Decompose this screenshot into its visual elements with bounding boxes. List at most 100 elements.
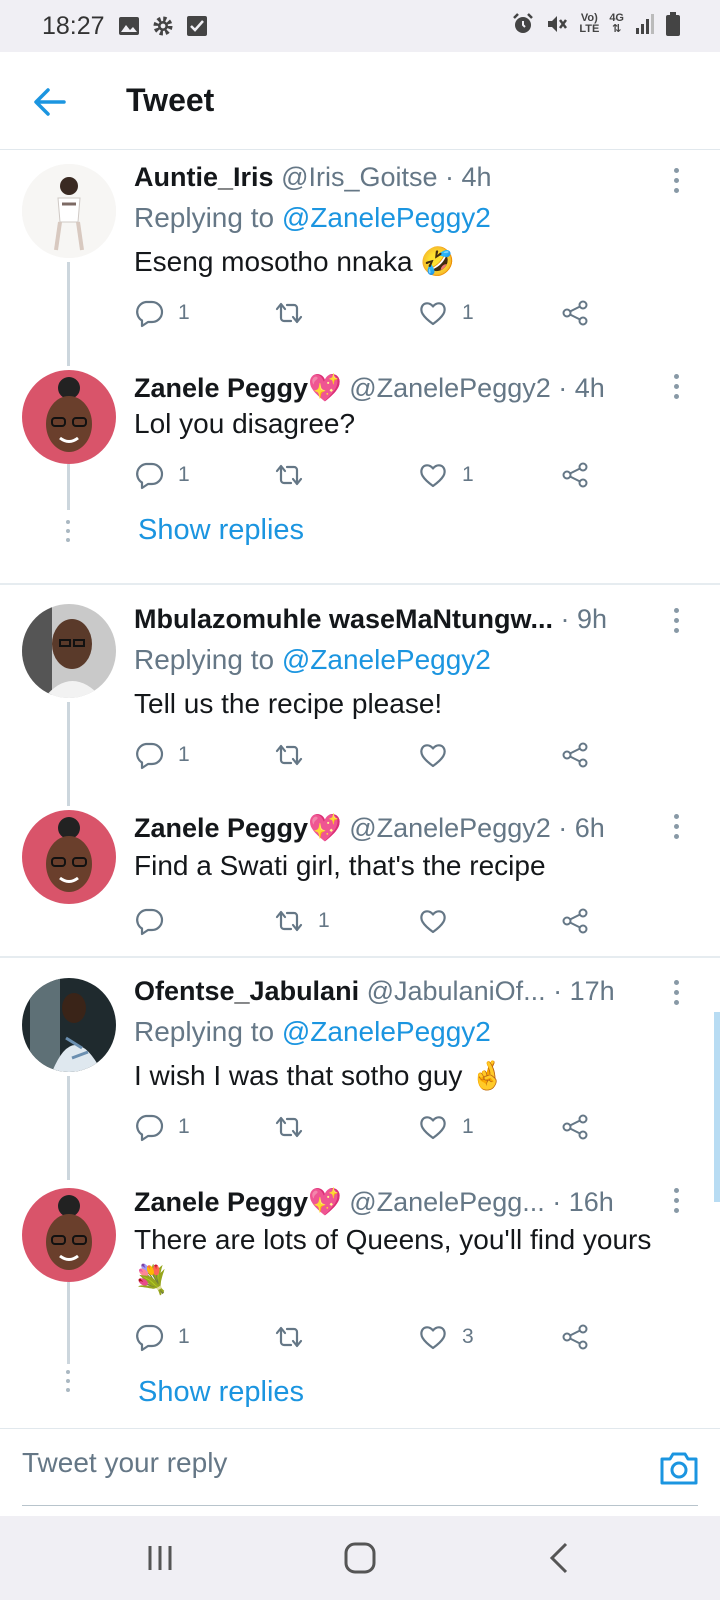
reply-count: 1: [178, 743, 190, 766]
home-icon[interactable]: [340, 1540, 380, 1576]
reply-button[interactable]: 1: [134, 298, 190, 328]
tweet-actions: 1 1: [134, 1112, 614, 1146]
reply-button[interactable]: [134, 906, 178, 936]
tweet-1[interactable]: Auntie_Iris @Iris_Goitse · 4h Replying t…: [0, 150, 720, 366]
tweet-text: Eseng mosotho nnaka 🤣: [134, 246, 456, 277]
tweet-text: Tell us the recipe please!: [134, 688, 443, 719]
more-options-icon[interactable]: [674, 608, 680, 638]
share-button[interactable]: [560, 298, 590, 328]
retweet-button[interactable]: [274, 1112, 318, 1142]
show-replies-link[interactable]: Show replies: [138, 1376, 304, 1409]
camera-icon[interactable]: [658, 1449, 700, 1487]
share-icon: [560, 460, 590, 490]
author-name[interactable]: Zanele Peggy💖: [134, 373, 342, 403]
tweet-text: Lol you disagree?: [134, 408, 356, 439]
share-button[interactable]: [560, 1112, 590, 1142]
retweet-button[interactable]: [274, 740, 318, 770]
more-options-icon[interactable]: [674, 1188, 680, 1218]
replying-prefix: Replying to: [134, 644, 282, 675]
retweet-count: 1: [318, 909, 330, 932]
like-button[interactable]: 3: [418, 1322, 474, 1352]
author-name[interactable]: Ofentse_Jabulani: [134, 976, 359, 1006]
tweet-4[interactable]: Zanele Peggy💖 @ZanelePeggy2 · 6h Find a …: [0, 800, 720, 950]
share-button[interactable]: [560, 460, 590, 490]
author-name[interactable]: Zanele Peggy💖: [134, 1187, 342, 1217]
heart-icon: [418, 460, 448, 490]
replying-to-handle[interactable]: @ZanelePeggy2: [282, 202, 491, 233]
tweet-3[interactable]: Mbulazomuhle waseMaNtungw... · 9h Replyi…: [0, 590, 720, 806]
reply-button[interactable]: 1: [134, 460, 190, 490]
replying-prefix: Replying to: [134, 202, 282, 233]
top-app-bar: Tweet: [0, 52, 720, 150]
more-options-icon[interactable]: [674, 980, 680, 1010]
retweet-button[interactable]: [274, 1322, 318, 1352]
author-handle: @ZanelePeggy2: [349, 373, 551, 403]
tweet-meta: Zanele Peggy💖 @ZanelePegg... · 16h: [134, 1186, 660, 1218]
share-button[interactable]: [560, 1322, 590, 1352]
retweet-button[interactable]: 1: [274, 906, 330, 936]
tweet-actions: 1 3: [134, 1322, 614, 1356]
thread-dots: [66, 1370, 70, 1397]
like-button[interactable]: 1: [418, 1112, 474, 1142]
tweet-6[interactable]: Zanele Peggy💖 @ZanelePegg... · 16h There…: [0, 1174, 720, 1424]
share-icon: [560, 1322, 590, 1352]
retweet-icon: [274, 460, 304, 490]
volte-indicator: Vo) LTE: [579, 13, 599, 35]
reply-count: 1: [178, 1115, 190, 1138]
alarm-icon: [513, 13, 534, 33]
share-icon: [560, 740, 590, 770]
like-button[interactable]: 1: [418, 460, 474, 490]
tweet-5[interactable]: Ofentse_Jabulani @JabulaniOf... · 17h Re…: [0, 962, 720, 1180]
lte-label: LTE: [579, 23, 600, 35]
thread-divider: [0, 956, 720, 958]
thread-line: [67, 702, 70, 806]
replying-to-handle[interactable]: @ZanelePeggy2: [282, 644, 491, 675]
reply-icon: [134, 460, 164, 490]
settings-gear-icon: [153, 16, 173, 36]
battery-icon: [666, 12, 680, 36]
reply-button[interactable]: 1: [134, 1322, 190, 1352]
more-options-icon[interactable]: [674, 374, 680, 404]
reply-button[interactable]: 1: [134, 740, 190, 770]
like-button[interactable]: [418, 740, 462, 770]
recent-apps-icon[interactable]: [140, 1540, 180, 1576]
avatar[interactable]: [22, 978, 116, 1072]
system-nav-bar: [0, 1516, 720, 1600]
like-button[interactable]: 1: [418, 298, 474, 328]
thread-line: [67, 262, 70, 366]
author-name[interactable]: Auntie_Iris: [134, 162, 274, 192]
tweet-time: · 6h: [558, 813, 605, 843]
avatar[interactable]: [22, 1188, 116, 1282]
avatar[interactable]: [22, 164, 116, 258]
reply-count: 1: [178, 301, 190, 324]
more-options-icon[interactable]: [674, 814, 680, 844]
back-nav-icon[interactable]: [540, 1540, 580, 1576]
scrollbar[interactable]: [714, 1012, 720, 1202]
heart-icon: [418, 1322, 448, 1352]
thread-line: [67, 1282, 70, 1364]
author-handle: @ZanelePeggy2: [349, 813, 551, 843]
share-button[interactable]: [560, 740, 590, 770]
tweet-text: Find a Swati girl, that's the recipe: [134, 850, 546, 881]
avatar[interactable]: [22, 370, 116, 464]
retweet-button[interactable]: [274, 298, 318, 328]
retweet-icon: [274, 1322, 304, 1352]
avatar[interactable]: [22, 604, 116, 698]
retweet-button[interactable]: [274, 460, 318, 490]
tweet-2[interactable]: Zanele Peggy💖 @ZanelePeggy2 · 4h Lol you…: [0, 360, 720, 580]
author-name[interactable]: Zanele Peggy💖: [134, 813, 342, 843]
tweet-actions: 1: [134, 906, 614, 940]
author-name[interactable]: Mbulazomuhle waseMaNtungw...: [134, 604, 553, 634]
avatar[interactable]: [22, 810, 116, 904]
more-options-icon[interactable]: [674, 168, 680, 198]
reply-button[interactable]: 1: [134, 1112, 190, 1142]
author-handle: @JabulaniOf...: [366, 976, 546, 1006]
back-arrow-icon[interactable]: [32, 84, 68, 120]
share-button[interactable]: [560, 906, 590, 936]
replying-to-handle[interactable]: @ZanelePeggy2: [282, 1016, 491, 1047]
retweet-icon: [274, 906, 304, 936]
reply-input[interactable]: Tweet your reply: [22, 1447, 622, 1479]
show-replies-link[interactable]: Show replies: [138, 514, 304, 547]
like-button[interactable]: [418, 906, 462, 936]
replying-to: Replying to @ZanelePeggy2: [134, 202, 491, 234]
